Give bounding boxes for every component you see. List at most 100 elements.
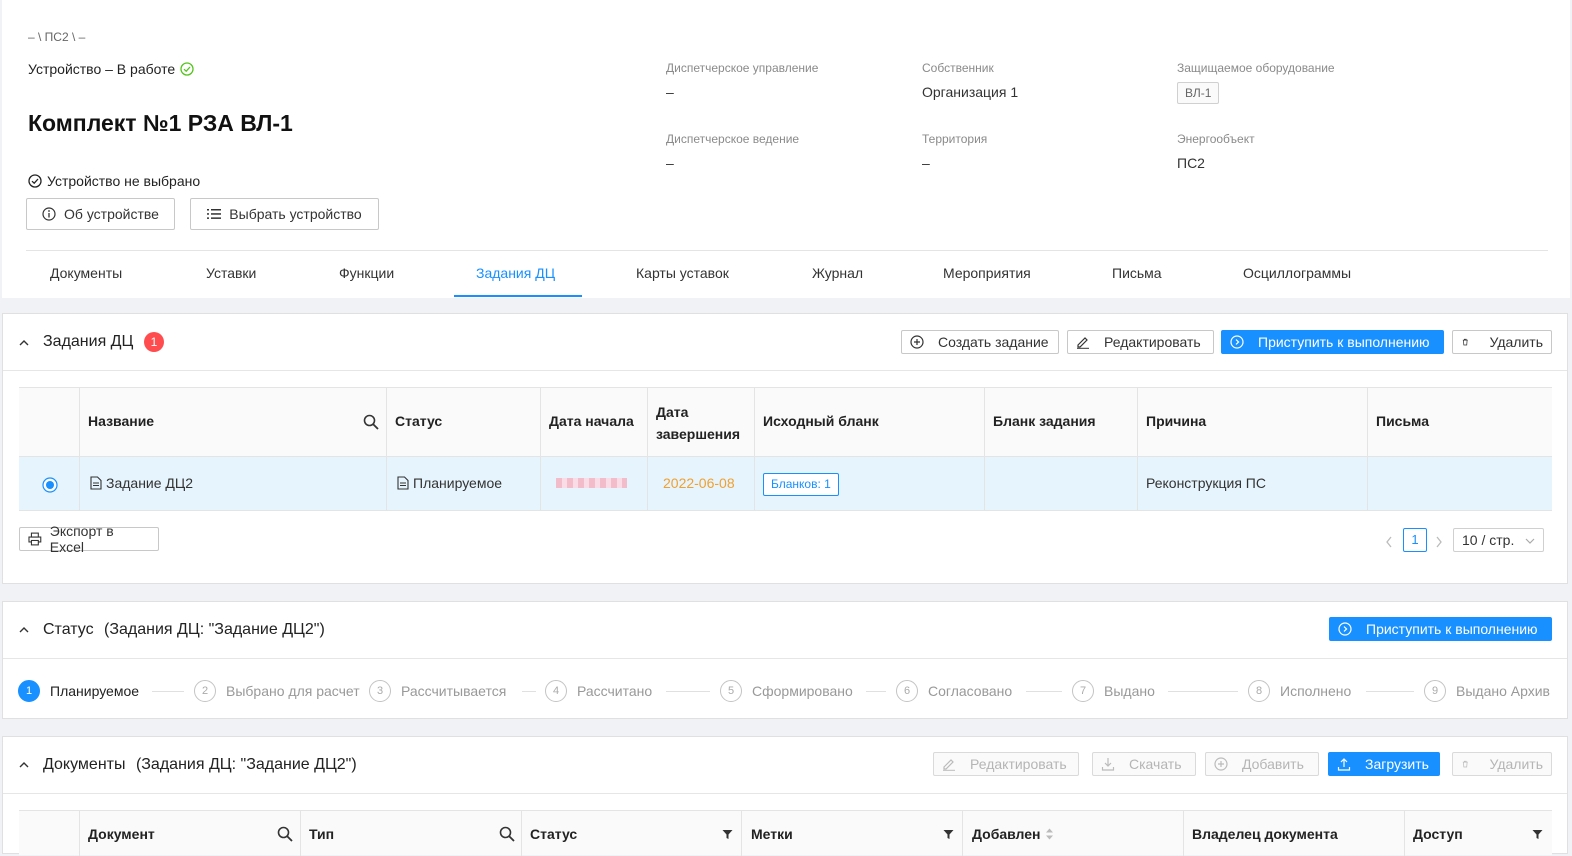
- tab-settings[interactable]: Уставки: [206, 265, 256, 281]
- trash-icon: [1462, 338, 1468, 346]
- protected-equipment-tag[interactable]: ВЛ-1: [1177, 82, 1220, 104]
- column-divider: [741, 811, 742, 856]
- documents-subtitle: (Задания ДЦ: "Задание ДЦ2"): [135, 756, 357, 773]
- column-header-status[interactable]: Статус: [395, 413, 442, 429]
- tab-documents[interactable]: Документы: [50, 265, 122, 281]
- owner-label: Собственник: [922, 61, 994, 75]
- delete-task-button[interactable]: Удалить: [1452, 330, 1552, 354]
- tasks-table: Название Статус Дата начала Дата заверше…: [19, 387, 1552, 511]
- step-number: 1: [18, 680, 40, 702]
- header-divider: [26, 250, 1548, 251]
- radio-selected[interactable]: [42, 477, 58, 493]
- tasks-count-badge: 1: [144, 332, 164, 352]
- step-planned[interactable]: 1 Планируемое: [18, 680, 139, 702]
- owner-value: Организация 1: [922, 84, 1019, 100]
- step-approved[interactable]: 6 Согласовано: [896, 680, 1012, 702]
- sort-icon[interactable]: [1045, 827, 1054, 841]
- step-label: Выбрано для расчет: [226, 683, 360, 699]
- select-device-button[interactable]: Выбрать устройство: [190, 198, 379, 230]
- column-divider: [1404, 811, 1405, 856]
- tab-dc-tasks[interactable]: Задания ДЦ: [476, 265, 555, 281]
- about-device-button[interactable]: Об устройстве: [26, 198, 175, 230]
- column-header-tags[interactable]: Метки: [751, 826, 793, 842]
- task-reason: Реконструкция ПС: [1146, 475, 1266, 491]
- delete-document-button[interactable]: Удалить: [1452, 752, 1552, 776]
- column-header-start-date[interactable]: Дата начала: [549, 413, 634, 429]
- page-size-select[interactable]: 10 / стр.: [1453, 528, 1544, 552]
- search-icon[interactable]: [363, 414, 379, 430]
- column-divider: [79, 811, 80, 856]
- edit-task-button[interactable]: Редактировать: [1067, 330, 1214, 354]
- breadcrumb[interactable]: – \ ПС2 \ –: [28, 30, 85, 44]
- check-circle-icon: [180, 62, 194, 76]
- chevron-right-icon[interactable]: [1435, 536, 1443, 548]
- step-number: 4: [545, 680, 567, 702]
- start-execution-button[interactable]: Приступить к выполнению: [1329, 617, 1552, 641]
- filter-icon[interactable]: [722, 829, 733, 840]
- tab-oscillograms[interactable]: Осциллограммы: [1243, 265, 1351, 281]
- column-divider: [647, 387, 648, 511]
- column-header-owner[interactable]: Владелец документа: [1192, 826, 1338, 842]
- column-header-letters[interactable]: Письма: [1376, 413, 1429, 429]
- step-issued[interactable]: 7 Выдано: [1072, 680, 1155, 702]
- chevron-up-icon[interactable]: [18, 337, 30, 349]
- step-executed[interactable]: 8 Исполнено: [1248, 680, 1351, 702]
- download-document-label: Скачать: [1129, 756, 1182, 772]
- column-header-type[interactable]: Тип: [309, 826, 334, 842]
- create-task-label: Создать задание: [938, 334, 1049, 350]
- export-excel-button[interactable]: Экспорт в Excel: [19, 523, 159, 555]
- search-icon[interactable]: [277, 826, 293, 842]
- filter-icon[interactable]: [943, 829, 954, 840]
- column-divider: [1367, 387, 1368, 511]
- page-number[interactable]: 1: [1403, 528, 1427, 552]
- edit-document-button[interactable]: Редактировать: [933, 752, 1079, 776]
- status-subtitle: (Задания ДЦ: "Задание ДЦ2"): [104, 621, 325, 638]
- tab-functions[interactable]: Функции: [339, 265, 394, 281]
- start-execution-label: Приступить к выполнению: [1258, 334, 1430, 350]
- printer-icon: [28, 532, 42, 546]
- step-label: Сформировано: [752, 683, 853, 699]
- create-task-button[interactable]: Создать задание: [901, 330, 1059, 354]
- task-end-date: 2022-06-08: [663, 475, 735, 491]
- chevron-up-icon[interactable]: [18, 624, 30, 636]
- column-header-added[interactable]: Добавлен: [972, 826, 1041, 842]
- start-execution-button[interactable]: Приступить к выполнению: [1221, 330, 1444, 354]
- edit-icon: [943, 759, 955, 771]
- filter-icon[interactable]: [1532, 829, 1543, 840]
- plus-circle-icon: [910, 335, 924, 349]
- tab-activities[interactable]: Мероприятия: [943, 265, 1031, 281]
- upload-document-button[interactable]: Загрузить: [1328, 752, 1440, 776]
- tab-letters[interactable]: Письма: [1112, 265, 1162, 281]
- list-icon: [207, 209, 222, 219]
- tab-setting-maps[interactable]: Карты уставок: [636, 265, 729, 281]
- download-document-button[interactable]: Скачать: [1092, 752, 1196, 776]
- search-icon[interactable]: [499, 826, 515, 842]
- column-header-doc-status[interactable]: Статус: [530, 826, 577, 842]
- column-header-task-form[interactable]: Бланк задания: [993, 413, 1096, 429]
- energy-object-value[interactable]: ПС2: [1177, 155, 1205, 171]
- step-calculating[interactable]: 3 Рассчитывается: [369, 680, 506, 702]
- step-calculated[interactable]: 4 Рассчитано: [545, 680, 652, 702]
- step-number: 3: [369, 680, 391, 702]
- chevron-left-icon[interactable]: [1385, 536, 1393, 548]
- column-header-reason[interactable]: Причина: [1146, 413, 1206, 429]
- source-form-tag[interactable]: Бланков: 1: [763, 473, 839, 496]
- column-header-source-form[interactable]: Исходный бланк: [763, 413, 879, 429]
- column-header-document[interactable]: Документ: [88, 826, 155, 842]
- task-name[interactable]: Задание ДЦ2: [106, 475, 193, 491]
- column-header-name[interactable]: Название: [88, 413, 154, 429]
- add-document-button[interactable]: Добавить: [1205, 752, 1319, 776]
- step-formed[interactable]: 5 Сформировано: [720, 680, 853, 702]
- device-selection-status: Устройство не выбрано: [28, 173, 200, 189]
- step-label: Рассчитывается: [401, 683, 507, 699]
- chevron-up-icon[interactable]: [18, 759, 30, 771]
- step-connector: [152, 691, 184, 692]
- step-selected-for-calc[interactable]: 2 Выбрано для расчет: [194, 680, 360, 702]
- tab-journal[interactable]: Журнал: [812, 265, 863, 281]
- tasks-panel: Задания ДЦ 1 Создать задание Редактирова…: [2, 313, 1568, 584]
- start-date-redacted: [556, 478, 627, 488]
- active-tab-indicator: [454, 295, 582, 297]
- column-header-end-date[interactable]: Дата завершения: [656, 401, 746, 445]
- step-issued-archive[interactable]: 9 Выдано Архив: [1424, 680, 1550, 702]
- column-header-access[interactable]: Доступ: [1413, 826, 1463, 842]
